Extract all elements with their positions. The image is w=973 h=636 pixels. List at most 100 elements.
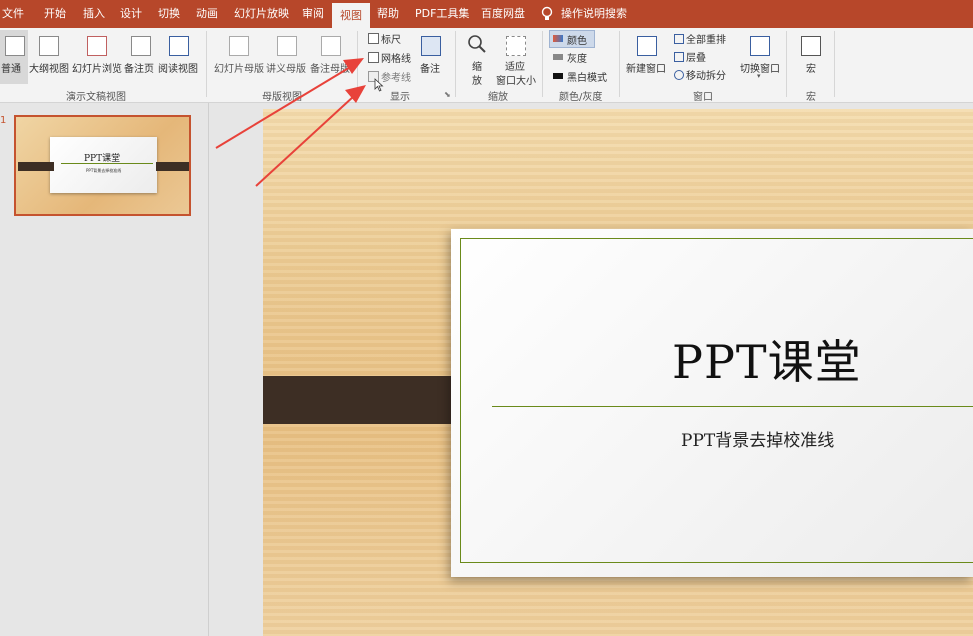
slide-number: 1 — [0, 115, 7, 126]
color-group-label: 颜色/灰度 — [559, 92, 603, 103]
black-white-label: 黑白模式 — [567, 73, 607, 84]
menu-design[interactable]: 设计 — [120, 0, 142, 28]
new-window-icon — [637, 36, 657, 56]
zoom-label-line2: 放 — [472, 76, 482, 87]
menu-bar: 文件 开始 插入 设计 切换 动画 幻灯片放映 审阅 视图 帮助 PDF工具集 … — [0, 0, 973, 28]
menu-pdf-tools[interactable]: PDF工具集 — [415, 0, 469, 28]
arrange-all-icon — [674, 34, 684, 44]
handout-master-icon — [277, 36, 297, 56]
slide-title-divider — [492, 406, 973, 407]
slide-master-button[interactable]: 幻灯片母版 — [214, 30, 264, 84]
menu-home[interactable]: 开始 — [44, 0, 66, 28]
slide-card-border — [460, 238, 973, 563]
fit-label-line1: 适应 — [505, 62, 525, 73]
cascade-button[interactable]: 层叠 — [672, 49, 732, 64]
menu-review[interactable]: 审阅 — [302, 0, 324, 28]
cascade-icon — [674, 52, 684, 62]
switch-window-icon — [750, 36, 770, 56]
lightbulb-icon — [541, 0, 553, 28]
thumbnail-band-left — [18, 162, 54, 171]
color-swatch-icon — [553, 35, 563, 42]
black-white-button[interactable]: 黑白模式 — [549, 68, 613, 84]
reading-view-button[interactable]: 阅读视图 — [158, 30, 200, 84]
notes-master-button[interactable]: 备注母版 — [310, 30, 354, 84]
new-window-label: 新建窗口 — [626, 64, 666, 75]
window-group-label: 窗口 — [693, 92, 713, 103]
guides-label: 参考线 — [381, 73, 411, 84]
notes-button[interactable]: 备注 — [418, 30, 442, 84]
move-split-icon — [674, 70, 684, 80]
menu-view[interactable]: 视图 — [332, 3, 370, 28]
outline-view-label: 大纲视图 — [29, 64, 69, 75]
handout-master-label: 讲义母版 — [266, 64, 306, 75]
outline-view-icon — [39, 36, 59, 56]
reading-view-label: 阅读视图 — [158, 64, 198, 75]
ruler-checkbox[interactable] — [368, 33, 379, 44]
move-split-button[interactable]: 移动拆分 — [672, 67, 732, 82]
slide-sorter-button[interactable]: 幻灯片浏览 — [72, 30, 122, 84]
zoom-button[interactable]: 缩 放 — [464, 30, 490, 87]
slide-title[interactable]: PPT课堂 — [672, 326, 862, 392]
zoom-group-label: 缩放 — [488, 92, 508, 103]
group-divider — [619, 31, 620, 97]
menu-slideshow[interactable]: 幻灯片放映 — [234, 0, 289, 28]
group-divider — [455, 31, 456, 97]
notes-page-icon — [131, 36, 151, 56]
menu-file[interactable]: 文件 — [2, 0, 24, 28]
notes-page-button[interactable]: 备注页 — [124, 30, 156, 84]
mouse-cursor-icon — [374, 78, 384, 92]
slide-master-icon — [229, 36, 249, 56]
grayscale-button[interactable]: 灰度 — [549, 49, 593, 65]
notes-page-label: 备注页 — [124, 64, 154, 75]
switch-window-button[interactable]: 切换窗口 ▾ — [738, 30, 782, 84]
gridlines-checkbox[interactable] — [368, 52, 379, 63]
ruler-label: 标尺 — [381, 35, 401, 46]
grayscale-swatch-icon — [553, 54, 563, 60]
menu-insert[interactable]: 插入 — [83, 0, 105, 28]
grayscale-label: 灰度 — [567, 54, 587, 65]
outline-view-button[interactable]: 大纲视图 — [29, 30, 69, 84]
menu-animations[interactable]: 动画 — [196, 0, 218, 28]
show-group-label: 显示 — [390, 92, 410, 103]
macros-icon — [801, 36, 821, 56]
notes-master-label: 备注母版 — [310, 64, 350, 75]
notes-icon — [421, 36, 441, 56]
fit-to-window-button[interactable]: 适应 窗口大小 — [494, 30, 538, 87]
color-button[interactable]: 颜色 — [549, 30, 595, 48]
menu-search[interactable]: 操作说明搜索 — [561, 0, 627, 28]
fit-label-line2: 窗口大小 — [496, 76, 536, 87]
group-divider — [834, 31, 835, 97]
normal-view-icon — [5, 36, 25, 56]
group-divider — [206, 31, 207, 97]
macros-button[interactable]: 宏 — [797, 30, 825, 84]
slide-subtitle[interactable]: PPT背景去掉校准线 — [681, 426, 834, 451]
presentation-views-group-label: 演示文稿视图 — [66, 92, 126, 103]
menu-help[interactable]: 帮助 — [377, 0, 399, 28]
slide-thumbnail[interactable]: PPT课堂 PPT背景去掉校准线 — [14, 115, 191, 216]
slide-sorter-icon — [87, 36, 107, 56]
dialog-launcher-icon[interactable]: ⬊ — [444, 90, 451, 99]
slide-dark-band — [263, 376, 470, 424]
handout-master-button[interactable]: 讲义母版 — [266, 30, 308, 84]
menu-baidu-netdisk[interactable]: 百度网盘 — [481, 0, 525, 28]
arrange-all-label: 全部重排 — [686, 35, 726, 46]
arrange-all-button[interactable]: 全部重排 — [672, 31, 732, 46]
fit-to-window-icon — [506, 36, 526, 56]
cascade-label: 层叠 — [686, 53, 706, 64]
group-divider — [786, 31, 787, 97]
group-divider — [542, 31, 543, 97]
macros-label: 宏 — [806, 64, 816, 75]
black-white-swatch-icon — [553, 73, 563, 79]
ribbon: 普通 大纲视图 幻灯片浏览 备注页 阅读视图 演示文稿视图 幻灯片母版 讲义母版… — [0, 28, 973, 103]
magnifier-icon — [468, 35, 486, 53]
move-split-label: 移动拆分 — [686, 71, 726, 82]
notes-master-icon — [321, 36, 341, 56]
thumbnail-divider — [61, 163, 153, 164]
menu-transitions[interactable]: 切换 — [158, 0, 180, 28]
group-divider — [357, 31, 358, 97]
normal-view-button[interactable]: 普通 — [0, 30, 28, 84]
new-window-button[interactable]: 新建窗口 — [626, 30, 668, 84]
chevron-down-icon: ▾ — [757, 72, 761, 80]
slide-sorter-label: 幻灯片浏览 — [72, 64, 122, 75]
thumbnail-card: PPT课堂 PPT背景去掉校准线 — [50, 137, 157, 193]
